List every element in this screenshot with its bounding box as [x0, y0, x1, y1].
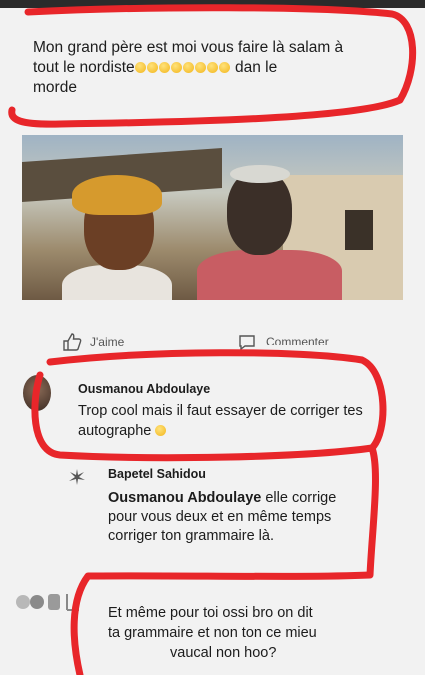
laughing-emoji-icon [158, 62, 170, 73]
comment-text-body: Trop cool mais il faut essayer de corrig… [78, 403, 363, 439]
laughing-emoji-icon [134, 62, 146, 73]
post-line-1: Mon grand père est moi vous faire là sal… [33, 39, 344, 56]
comment-button[interactable]: Commenter [266, 335, 346, 345]
post-line-2-suffix: dan le [230, 59, 278, 76]
photo-headscarf [72, 175, 162, 215]
comment-line-2: ta grammaire et non ton ce mieu [108, 625, 317, 641]
laughing-emoji-icon [194, 62, 206, 73]
mention-link[interactable]: Ousmanou Abdoulaye [108, 490, 261, 506]
reaction-icons [16, 594, 79, 611]
photo-woman-body [62, 265, 172, 300]
post-actions: J'aime Commenter [62, 333, 402, 351]
comment-text: Et même pour toi ossi bro on dit ta gram… [108, 603, 408, 663]
laughing-emoji-icon [170, 62, 182, 73]
avatar[interactable] [23, 375, 51, 411]
partial-reaction-icons [15, 590, 95, 614]
comment-author[interactable]: Bapetel Sahidou [108, 467, 206, 481]
comment-author[interactable]: Ousmanou Abdoulaye [78, 382, 210, 396]
post-line-2-text: tout le nordiste [33, 59, 135, 76]
comment-line-1: Et même pour toi ossi bro on dit [108, 605, 313, 621]
laughing-emoji-icon [182, 62, 194, 73]
laughing-emoji-icon [206, 62, 218, 73]
photo-man-hair [230, 165, 290, 183]
avatar[interactable] [68, 468, 86, 486]
comment-text: Trop cool mais il faut essayer de corrig… [78, 401, 368, 441]
laughing-emoji-icon [146, 62, 158, 73]
comment-text: Ousmanou Abdoulaye elle corrige pour vou… [108, 489, 338, 546]
post-photo[interactable] [22, 135, 403, 300]
smile-emoji-icon [155, 425, 167, 436]
photo-window [345, 210, 373, 250]
like-button[interactable]: J'aime [90, 335, 124, 349]
speech-bubble-icon[interactable] [238, 334, 256, 350]
top-edge-bar [0, 0, 425, 8]
photo-man-body [197, 250, 342, 300]
post-line-2: tout le nordiste dan le [33, 59, 277, 76]
laughing-emoji-icon [218, 62, 230, 73]
thumbs-up-icon[interactable] [62, 333, 82, 351]
post-text: Mon grand père est moi vous faire là sal… [33, 38, 393, 98]
post-line-3: morde [33, 79, 77, 96]
comment-line-3: vaucal non hoo? [170, 645, 277, 661]
